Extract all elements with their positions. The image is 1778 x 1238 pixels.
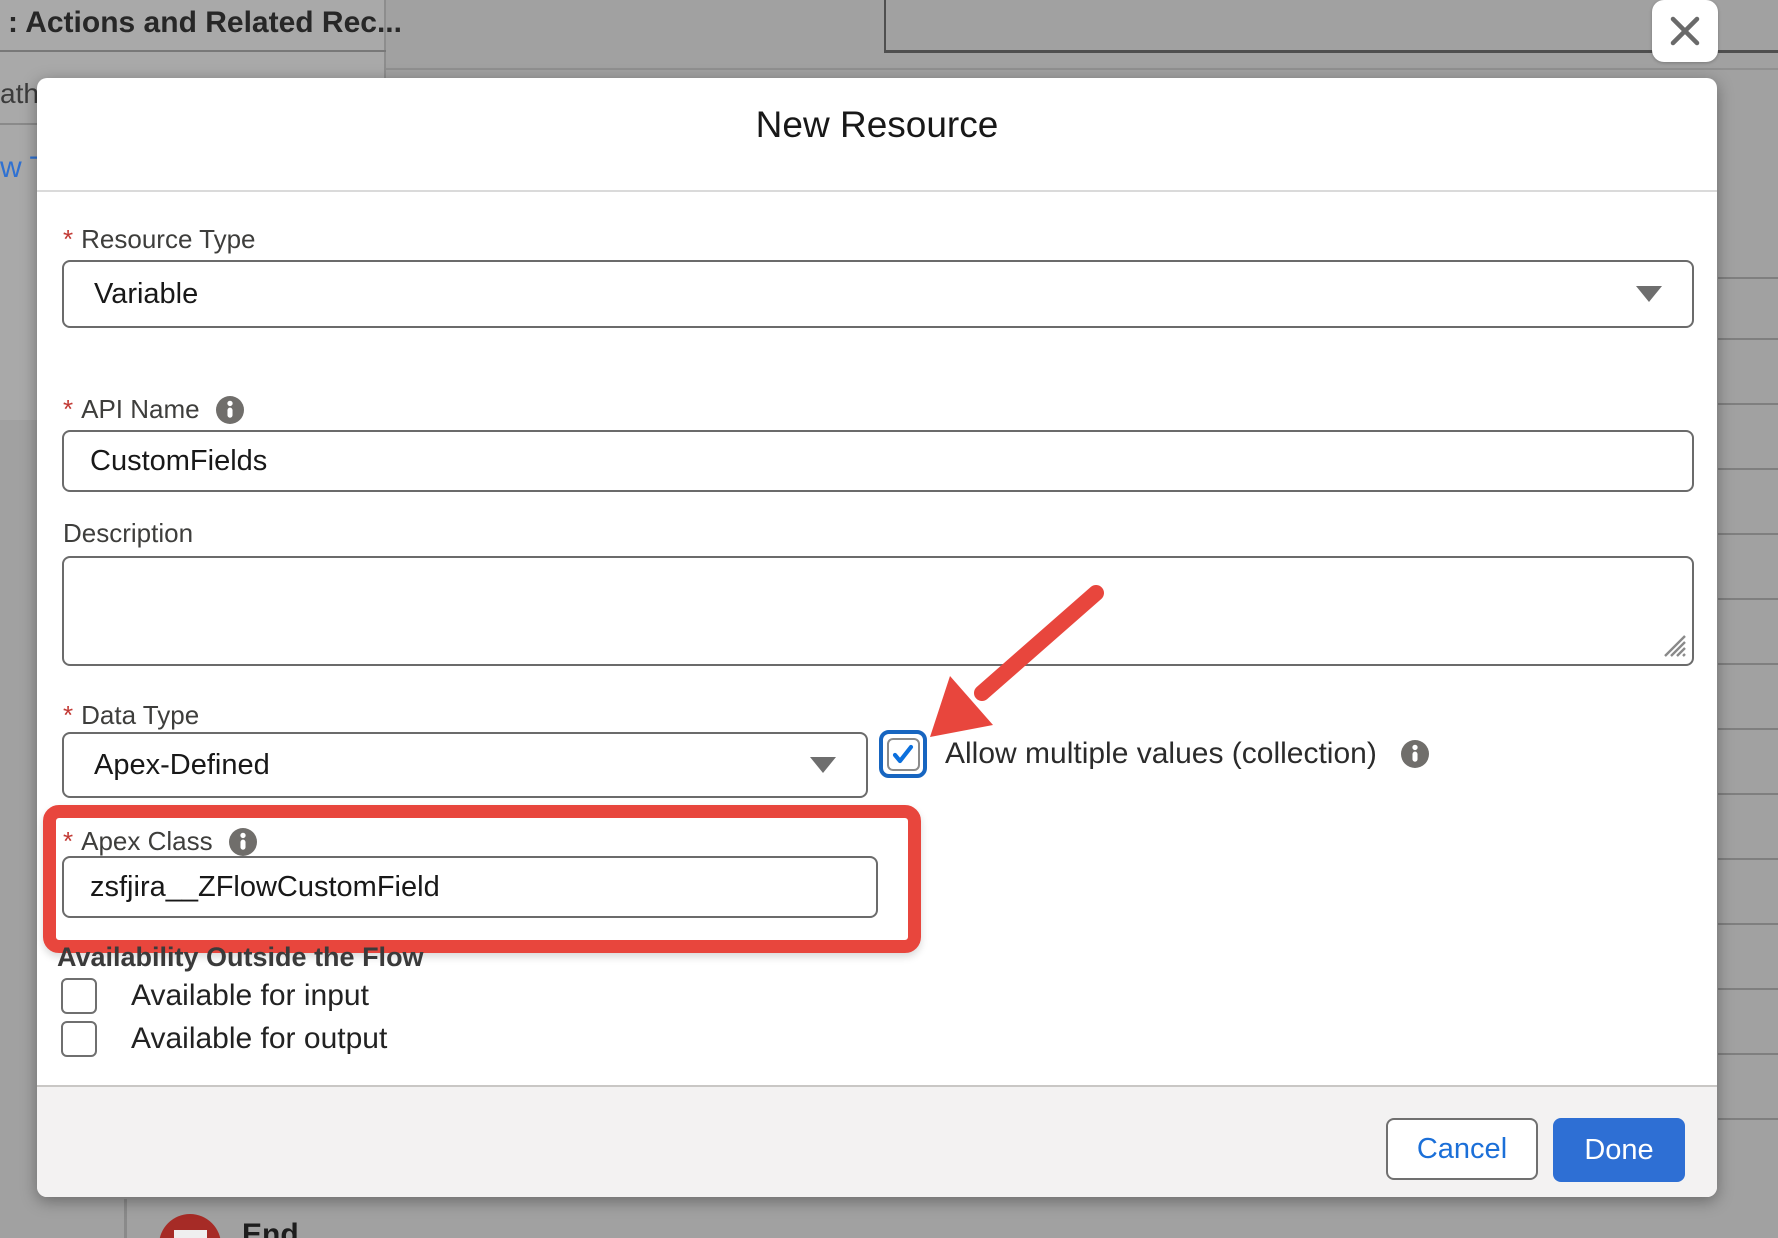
- info-icon[interactable]: [1401, 740, 1429, 768]
- row-divider: [1718, 468, 1778, 470]
- available-for-input-checkbox[interactable]: [61, 978, 97, 1014]
- required-asterisk: *: [63, 394, 73, 425]
- description-label: Description: [63, 518, 193, 549]
- divider: [0, 50, 386, 52]
- available-for-output-label: Available for output: [131, 1022, 387, 1056]
- info-icon[interactable]: [216, 396, 244, 424]
- chevron-down-icon: [1636, 286, 1662, 302]
- allow-multiple-label: Allow multiple values (collection): [945, 730, 1429, 778]
- cancel-button[interactable]: Cancel: [1386, 1118, 1538, 1180]
- resource-type-value: Variable: [94, 278, 1636, 311]
- data-type-label: * Data Type: [63, 700, 199, 731]
- info-icon[interactable]: [229, 828, 257, 856]
- row-divider: [1718, 793, 1778, 795]
- close-icon: [1668, 14, 1702, 48]
- done-button[interactable]: Done: [1553, 1118, 1685, 1182]
- background-text-fragment: ath: [0, 78, 39, 110]
- row-divider: [1718, 728, 1778, 730]
- apex-class-input[interactable]: [62, 856, 878, 918]
- row-divider: [1718, 923, 1778, 925]
- required-asterisk: *: [63, 826, 73, 857]
- resource-type-label: * Resource Type: [63, 224, 256, 255]
- availability-heading: Availability Outside the Flow: [57, 942, 424, 973]
- modal-header: New Resource: [37, 78, 1717, 192]
- flow-builder-screen: : Actions and Related Rec... ath w T End: [0, 0, 1778, 1238]
- required-asterisk: *: [63, 224, 73, 255]
- background-panel-border: [884, 50, 1778, 53]
- end-node-label: End: [242, 1218, 299, 1238]
- resize-handle-icon[interactable]: [1659, 630, 1689, 660]
- available-for-output-row: Available for output: [61, 1021, 387, 1057]
- row-divider: [1718, 338, 1778, 340]
- required-asterisk: *: [63, 700, 73, 731]
- modal-title: New Resource: [37, 104, 1717, 146]
- resource-type-select[interactable]: Variable: [62, 260, 1694, 328]
- allow-multiple-checkbox[interactable]: [879, 730, 927, 778]
- api-name-input[interactable]: [62, 430, 1694, 492]
- available-for-input-label: Available for input: [131, 979, 369, 1013]
- background-panel-border: [884, 0, 886, 52]
- data-type-value: Apex-Defined: [94, 749, 810, 782]
- chevron-down-icon: [810, 757, 836, 773]
- row-divider: [1718, 598, 1778, 600]
- row-divider: [1718, 663, 1778, 665]
- api-name-label: * API Name: [63, 394, 244, 425]
- end-node-square-icon: [174, 1230, 207, 1238]
- available-for-input-row: Available for input: [61, 978, 369, 1014]
- row-divider: [1718, 988, 1778, 990]
- row-divider: [1718, 1053, 1778, 1055]
- flow-connector-line: [124, 1199, 127, 1238]
- new-resource-modal: New Resource * Resource Type Variable * …: [37, 78, 1717, 1197]
- row-divider: [1718, 533, 1778, 535]
- row-divider: [1718, 1118, 1778, 1120]
- checkbox-box: [887, 738, 920, 771]
- close-button[interactable]: [1652, 0, 1718, 62]
- available-for-output-checkbox[interactable]: [61, 1021, 97, 1057]
- row-divider: [1718, 277, 1778, 279]
- background-toolbar-edge: [386, 68, 1778, 70]
- description-textarea[interactable]: [62, 556, 1694, 666]
- modal-footer: Cancel Done: [37, 1085, 1717, 1197]
- row-divider: [1718, 403, 1778, 405]
- background-panel-title: : Actions and Related Rec...: [8, 6, 402, 40]
- background-list-strip: [1718, 69, 1778, 1238]
- apex-class-label: * Apex Class: [63, 826, 257, 857]
- data-type-select[interactable]: Apex-Defined: [62, 732, 868, 798]
- row-divider: [1718, 858, 1778, 860]
- checkmark-icon: [891, 742, 915, 766]
